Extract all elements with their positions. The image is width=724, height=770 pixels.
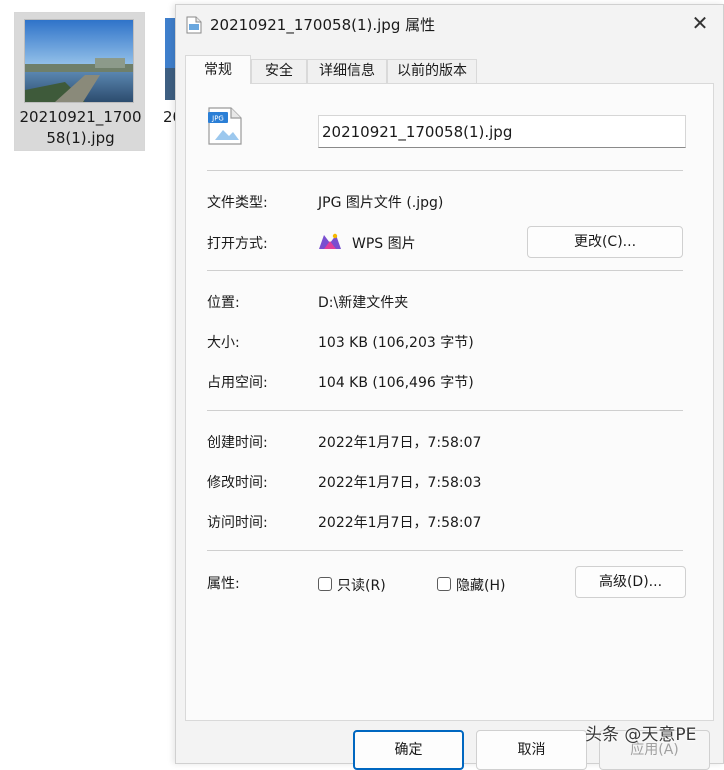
tab-general[interactable]: 常规 (185, 55, 251, 84)
created-label: 创建时间: (207, 435, 268, 451)
accessed-label: 访问时间: (207, 515, 268, 531)
divider (207, 550, 683, 551)
hidden-label[interactable]: 隐藏(H) (456, 575, 505, 595)
file-name-label: 20210921_170058(1).jpg (19, 108, 142, 147)
divider (207, 270, 683, 271)
advanced-button[interactable]: 高级(D)... (575, 566, 686, 598)
ok-button[interactable]: 确定 (353, 730, 464, 770)
open-with-label: 打开方式: (207, 236, 268, 252)
general-tab-panel: JPG 文件类型: JPG 图片文件 (.jpg) 打开方式: WPS 图片 更… (185, 83, 714, 721)
location-label: 位置: (207, 295, 240, 311)
created-value: 2022年1月7日，7:58:07 (318, 435, 482, 451)
readonly-checkbox[interactable] (318, 577, 332, 591)
cancel-button[interactable]: 取消 (476, 730, 587, 770)
change-button[interactable]: 更改(C)... (527, 226, 683, 258)
file-type-value: JPG 图片文件 (.jpg) (318, 195, 444, 211)
watermark-text: 头条 @天意PE (585, 725, 697, 745)
tab-previous-versions[interactable]: 以前的版本 (387, 59, 477, 83)
size-on-disk-label: 占用空间: (207, 375, 268, 391)
size-value: 103 KB (106,203 字节) (318, 335, 474, 351)
file-type-label: 文件类型: (207, 195, 268, 211)
readonly-label[interactable]: 只读(R) (337, 575, 386, 595)
accessed-value: 2022年1月7日，7:58:07 (318, 515, 482, 531)
jpg-file-icon: JPG (207, 106, 243, 146)
location-value: D:\新建文件夹 (318, 295, 409, 311)
tab-security[interactable]: 安全 (251, 59, 307, 83)
size-on-disk-value: 104 KB (106,496 字节) (318, 375, 474, 391)
close-button[interactable]: ✕ (677, 5, 723, 41)
jpg-badge-text: JPG (211, 115, 224, 123)
file-name-input[interactable] (318, 115, 686, 148)
tab-details[interactable]: 详细信息 (307, 59, 387, 83)
attributes-label: 属性: (207, 576, 240, 592)
dialog-title: 20210921_170058(1).jpg 属性 (210, 16, 436, 34)
title-bar[interactable]: 20210921_170058(1).jpg 属性 ✕ (176, 5, 723, 45)
hidden-checkbox[interactable] (437, 577, 451, 591)
close-icon: ✕ (691, 11, 709, 35)
wps-picture-icon (318, 231, 342, 251)
divider (207, 170, 683, 171)
open-with-value: WPS 图片 (352, 236, 416, 252)
properties-dialog: 20210921_170058(1).jpg 属性 ✕ 常规 安全 详细信息 以… (175, 4, 724, 770)
modified-value: 2022年1月7日，7:58:03 (318, 475, 482, 491)
modified-label: 修改时间: (207, 475, 268, 491)
file-item-selected[interactable]: 20210921_170058(1).jpg (14, 12, 145, 151)
image-file-icon (186, 16, 202, 34)
divider (207, 410, 683, 411)
size-label: 大小: (207, 335, 240, 351)
image-thumbnail (24, 19, 134, 103)
